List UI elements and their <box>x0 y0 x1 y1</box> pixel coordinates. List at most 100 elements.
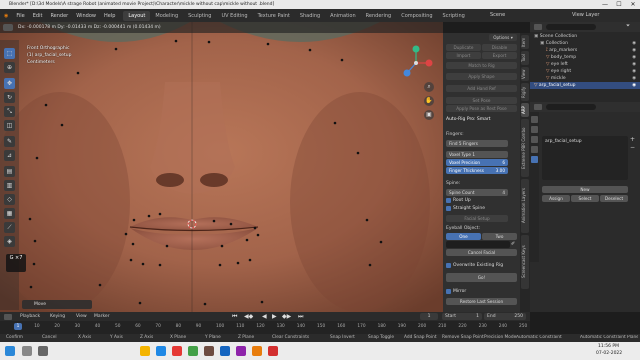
editor-type-icon[interactable] <box>534 104 542 110</box>
menu-file[interactable]: File <box>12 13 28 19</box>
add-hand-ref-button[interactable]: Add Hand Ref <box>446 85 517 92</box>
spine-count-field[interactable]: Spine Count 4 <box>446 189 508 196</box>
tab-uv-editing[interactable]: UV Editing <box>216 11 252 21</box>
auto-rig-section-title[interactable]: Auto-Rig Pro: Smart <box>446 117 491 122</box>
3d-viewport[interactable] <box>0 22 443 312</box>
outliner-row[interactable]: ⟟ arp_markers ◉ <box>530 47 640 54</box>
filter-icon[interactable]: ⏷ <box>626 23 630 29</box>
visibility-icon[interactable]: ◉ <box>632 75 636 82</box>
outliner-row[interactable]: ▽ body_temp ◉ <box>530 54 640 61</box>
tab-item[interactable]: Item <box>521 35 529 49</box>
tab-screencast-keys[interactable]: Screencast Keys <box>521 235 529 289</box>
zoom-icon[interactable]: ⌕ <box>424 82 434 92</box>
tab-animation[interactable]: Animation <box>325 11 361 21</box>
app-icon[interactable] <box>204 346 214 356</box>
recorder-icon[interactable] <box>268 346 278 356</box>
menu-window[interactable]: Window <box>72 13 100 19</box>
annotate-tool-icon[interactable]: ✎ <box>4 136 15 147</box>
render-tab-icon[interactable] <box>531 126 538 133</box>
visibility-icon[interactable]: ◉ <box>632 54 636 61</box>
outliner-search-input[interactable] <box>546 24 596 30</box>
search-icon[interactable] <box>22 346 32 356</box>
outliner-row[interactable]: ▽ eye right ◉ <box>530 68 640 75</box>
assign-button[interactable]: Assign <box>542 195 570 202</box>
visibility-icon[interactable]: ◉ <box>632 68 636 75</box>
tab-extreme-pbr[interactable]: Extreme PBR Combo <box>521 119 529 177</box>
set-pose-button[interactable]: Set Pose <box>446 97 517 104</box>
match-to-rig-button[interactable]: Match to Rig <box>446 62 517 69</box>
eyeball-two-toggle[interactable]: Two <box>482 233 517 240</box>
windows-start-icon[interactable] <box>5 346 15 356</box>
export-button[interactable]: Export <box>482 52 517 59</box>
menu-marker[interactable]: Marker <box>94 314 110 319</box>
fingers-dropdown[interactable]: Find 5 Fingers <box>446 140 508 147</box>
outliner-row-selected[interactable]: ▽ arp_facial_setup ◉ <box>530 82 640 89</box>
eyedropper-icon[interactable]: ✐ <box>511 241 517 248</box>
last-operator-panel[interactable]: Move <box>22 300 92 309</box>
deselect-button[interactable]: Deselect <box>600 195 628 202</box>
rotate-tool-icon[interactable]: ↻ <box>4 92 15 103</box>
mirror-checkbox[interactable]: Mirror <box>446 289 466 294</box>
go-button[interactable]: Go! <box>446 273 517 282</box>
inset-tool-icon[interactable]: ▥ <box>4 180 15 191</box>
object-data-tab-icon[interactable] <box>531 156 538 163</box>
duplicate-button[interactable]: Duplicate <box>446 44 481 51</box>
outliner-row[interactable]: ▣ Collection ◉ <box>530 40 640 47</box>
tab-shading[interactable]: Shading <box>295 11 325 21</box>
cancel-facial-button[interactable]: Cancel Facial <box>446 249 517 256</box>
editor-type-icon[interactable] <box>3 24 13 31</box>
move-tool-icon[interactable]: ✥ <box>4 78 15 89</box>
finger-thickness-field[interactable]: Finger Thickness 3.00 <box>446 167 508 174</box>
disable-button[interactable]: Disable <box>482 44 517 51</box>
camera-icon[interactable]: ▣ <box>424 110 434 120</box>
end-frame-field[interactable]: End 250 <box>484 313 526 320</box>
maximize-button[interactable]: ☐ <box>612 0 626 9</box>
play-reverse-icon[interactable]: ◀ <box>262 313 267 320</box>
knife-tool-icon[interactable]: ⟋ <box>4 222 15 233</box>
jump-start-icon[interactable]: ⏮ <box>232 313 237 321</box>
poly-build-tool-icon[interactable]: ◈ <box>4 236 15 247</box>
photoshop-icon[interactable] <box>220 346 230 356</box>
editor-type-icon[interactable] <box>4 313 12 320</box>
scene-tab-icon[interactable] <box>531 146 538 153</box>
tab-texture-paint[interactable]: Texture Paint <box>253 11 295 21</box>
tab-rendering[interactable]: Rendering <box>361 11 397 21</box>
outliner-row[interactable]: ▣ Scene Collection <box>530 33 640 40</box>
bevel-tool-icon[interactable]: ◇ <box>4 194 15 205</box>
tool-tab-icon[interactable] <box>531 116 538 123</box>
voxel-type-dropdown[interactable]: Voxel Type 1 <box>446 151 508 158</box>
tab-arp[interactable]: ARP <box>521 103 529 117</box>
visibility-icon[interactable]: ◉ <box>632 40 636 47</box>
minimize-button[interactable]: — <box>598 0 612 9</box>
select-button[interactable]: Select <box>571 195 599 202</box>
play-icon[interactable]: ▶ <box>272 313 277 320</box>
tab-rigify[interactable]: Rigify <box>521 83 529 101</box>
add-icon[interactable]: + <box>630 136 635 143</box>
cursor-icon[interactable]: ⊕ <box>4 62 15 73</box>
voxel-precision-field[interactable]: Voxel Precision 6 <box>446 159 508 166</box>
options-dropdown[interactable]: Options ▾ <box>489 34 517 41</box>
app-icon[interactable] <box>236 346 246 356</box>
loop-cut-tool-icon[interactable]: ▦ <box>4 208 15 219</box>
eyeball-one-toggle[interactable]: One <box>446 233 481 240</box>
close-button[interactable]: ✕ <box>626 0 640 9</box>
menu-playback[interactable]: Playback <box>20 314 40 319</box>
tab-scripting[interactable]: Scripting <box>438 11 470 21</box>
apply-pose-button[interactable]: Apply Pose as Rest Pose <box>446 105 517 112</box>
overwrite-rig-checkbox[interactable]: Overwrite Existing Rig <box>446 263 503 268</box>
prev-key-icon[interactable]: ◀◆ <box>244 313 253 320</box>
properties-search-input[interactable] <box>546 104 596 110</box>
menu-render[interactable]: Render <box>46 13 72 19</box>
jump-end-icon[interactable]: ⏭ <box>298 313 303 321</box>
select-box-icon[interactable]: ⬚ <box>4 48 15 59</box>
scale-tool-icon[interactable]: ⤡ <box>4 106 15 117</box>
playhead[interactable]: 1 <box>14 323 22 330</box>
chrome-icon[interactable] <box>172 346 182 356</box>
outliner-row[interactable]: ▽ mickle ◉ <box>530 75 640 82</box>
file-explorer-icon[interactable] <box>140 346 150 356</box>
blender-icon[interactable] <box>252 346 262 356</box>
output-tab-icon[interactable] <box>531 136 538 143</box>
view-layer-selector[interactable]: View Layer <box>572 12 599 18</box>
new-button[interactable]: New <box>542 186 628 193</box>
task-view-icon[interactable] <box>38 346 48 356</box>
